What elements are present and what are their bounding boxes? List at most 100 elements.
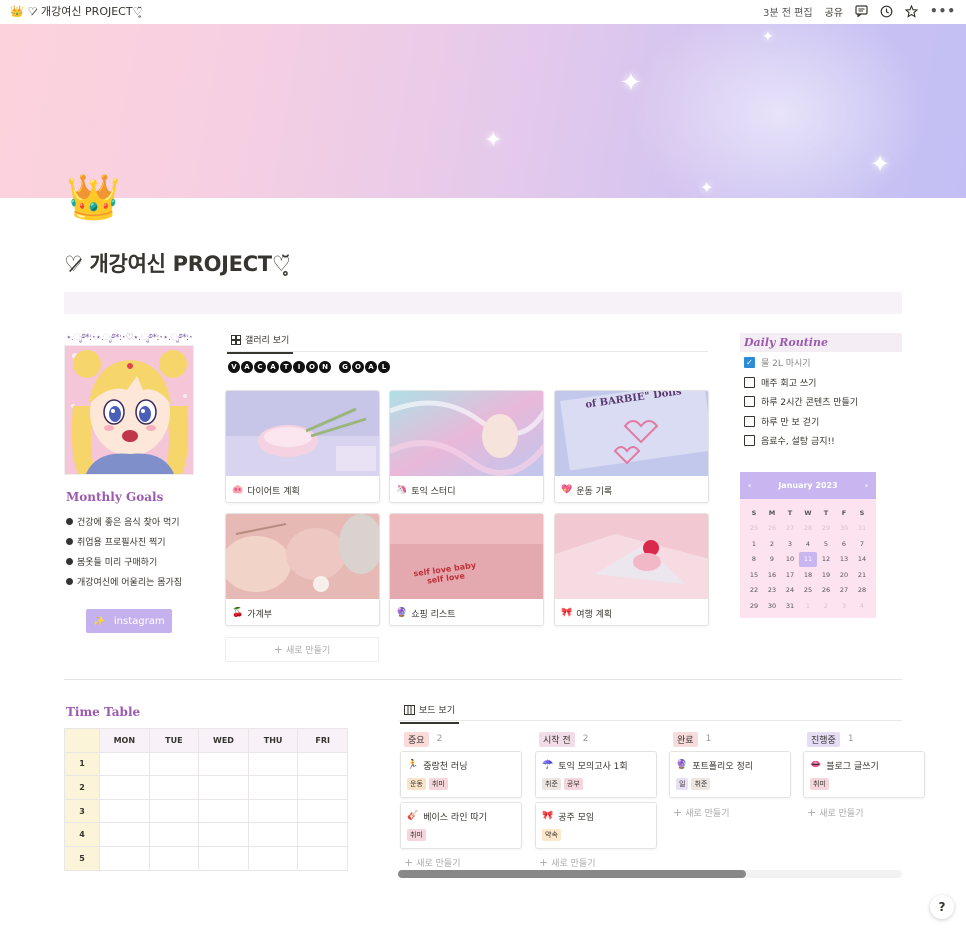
calendar-day[interactable]: 24: [781, 583, 799, 599]
table-cell[interactable]: [198, 822, 249, 847]
gallery-card[interactable]: 🦄 토익 스터디: [389, 390, 544, 503]
todo-item[interactable]: 하루 만 보 걷기: [744, 415, 819, 428]
calendar-day[interactable]: 20: [835, 567, 853, 583]
goal-item[interactable]: 봄옷들 미리 구매하기: [66, 551, 182, 571]
calendar-day[interactable]: 14: [853, 552, 871, 568]
board-card[interactable]: 🏃 중랑천 러닝 운동 취미: [400, 751, 522, 798]
calendar-day[interactable]: 1: [799, 598, 817, 614]
goal-item[interactable]: 개강여신에 어울리는 몸가짐: [66, 571, 182, 591]
tab-gallery-view[interactable]: 갤러리 보기: [226, 333, 294, 354]
calendar-day[interactable]: 29: [745, 598, 763, 614]
table-cell[interactable]: [148, 751, 200, 777]
calendar-day[interactable]: 7: [853, 536, 871, 552]
table-cell[interactable]: [198, 775, 249, 800]
table-cell[interactable]: [297, 845, 348, 871]
table-cell[interactable]: [247, 822, 299, 847]
calendar-day[interactable]: 4: [853, 598, 871, 614]
calendar-day[interactable]: 30: [763, 598, 781, 614]
board-group-header[interactable]: 완료 1: [673, 730, 711, 748]
board-card[interactable]: 🎸 베이스 라인 따기 취미: [400, 802, 522, 849]
calendar-day[interactable]: 3: [781, 536, 799, 552]
horizontal-scrollbar[interactable]: [398, 870, 902, 878]
calendar-day[interactable]: 29: [817, 521, 835, 537]
table-cell[interactable]: [297, 775, 348, 800]
board-group-header[interactable]: 시작 전 2: [539, 730, 588, 748]
board-card[interactable]: ☂️ 토익 모의고사 1회 취준 공부: [535, 751, 657, 798]
calendar-day[interactable]: 10: [781, 552, 799, 568]
table-cell[interactable]: [297, 751, 348, 777]
calendar-day[interactable]: 13: [835, 552, 853, 568]
board-new-button[interactable]: + 새로 만들기: [807, 806, 863, 819]
calendar-day[interactable]: 25: [745, 521, 763, 537]
calendar-day[interactable]: 21: [853, 567, 871, 583]
table-cell[interactable]: [148, 822, 200, 847]
todo-item[interactable]: 음료수, 설탕 금지!!: [744, 434, 835, 447]
calendar-day[interactable]: 16: [763, 567, 781, 583]
table-cell[interactable]: [148, 775, 200, 800]
calendar-day[interactable]: 27: [835, 583, 853, 599]
calendar-day[interactable]: 4: [799, 536, 817, 552]
calendar-day[interactable]: 26: [817, 583, 835, 599]
breadcrumb-title[interactable]: ♡̷ 개강여신 PROJECT♡̥̆: [28, 3, 143, 19]
calendar-day[interactable]: 26: [763, 521, 781, 537]
table-cell[interactable]: [297, 798, 348, 824]
calendar-day[interactable]: 3: [835, 598, 853, 614]
more-icon[interactable]: •••: [930, 4, 956, 18]
todo-item[interactable]: 하루 2시간 콘텐츠 만들기: [744, 395, 858, 408]
gallery-card[interactable]: 🎀 여행 계획: [554, 513, 709, 626]
breadcrumb[interactable]: 👑 ♡̷ 개강여신 PROJECT♡̥̆: [10, 3, 142, 19]
table-cell[interactable]: [99, 775, 150, 800]
calendar-day[interactable]: 8: [745, 552, 763, 568]
table-cell[interactable]: [247, 845, 299, 871]
calendar-day[interactable]: 19: [817, 567, 835, 583]
table-cell[interactable]: [198, 798, 249, 824]
board-card[interactable]: 🔮 포트폴리오 정리 일 취준: [669, 751, 791, 798]
table-cell[interactable]: [198, 845, 249, 871]
table-cell[interactable]: [247, 798, 299, 824]
table-cell[interactable]: [148, 845, 200, 871]
checked-checkbox-icon[interactable]: ✓: [744, 357, 755, 368]
goal-item[interactable]: 건강에 좋은 음식 찾아 먹기: [66, 511, 182, 531]
callout-block[interactable]: [64, 292, 902, 314]
calendar-day[interactable]: 23: [763, 583, 781, 599]
calendar-day[interactable]: 2: [817, 598, 835, 614]
table-cell[interactable]: [99, 822, 150, 847]
gallery-card[interactable]: 🍒 가계부: [225, 513, 380, 626]
table-cell[interactable]: [297, 822, 348, 847]
table-cell[interactable]: [99, 845, 150, 871]
calendar-day[interactable]: 9: [763, 552, 781, 568]
calendar-day[interactable]: 5: [817, 536, 835, 552]
table-cell[interactable]: [99, 751, 150, 777]
checkbox-icon[interactable]: [744, 396, 755, 407]
table-cell[interactable]: [198, 751, 249, 777]
table-cell[interactable]: [148, 798, 200, 824]
clock-icon[interactable]: [880, 5, 893, 18]
calendar-day[interactable]: 31: [781, 598, 799, 614]
calendar-day[interactable]: 1: [745, 536, 763, 552]
goal-item[interactable]: 취업용 프로필사진 찍기: [66, 531, 182, 551]
checkbox-icon[interactable]: [744, 377, 755, 388]
table-cell[interactable]: [247, 775, 299, 800]
calendar-today[interactable]: 11: [799, 551, 817, 567]
instagram-button[interactable]: ✨ instagram: [86, 609, 172, 633]
calendar-prev-button[interactable]: ‹: [748, 481, 751, 490]
calendar-day[interactable]: 31: [853, 521, 871, 537]
board-new-button[interactable]: + 새로 만들기: [673, 806, 729, 819]
calendar-day[interactable]: 15: [745, 567, 763, 583]
board-group-header[interactable]: 진행중 1: [807, 730, 854, 748]
gallery-new-button[interactable]: + 새로 만들기: [225, 637, 379, 662]
calendar-day[interactable]: 30: [835, 521, 853, 537]
calendar-day[interactable]: 12: [817, 552, 835, 568]
star-icon[interactable]: [904, 4, 918, 18]
calendar-day[interactable]: 25: [799, 583, 817, 599]
calendar-day[interactable]: 28: [853, 583, 871, 599]
comment-icon[interactable]: [855, 5, 868, 17]
gallery-card[interactable]: of BARBIE" Dolls 💖 운동 기록: [554, 390, 709, 503]
share-button[interactable]: 공유: [825, 4, 843, 19]
scrollbar-thumb[interactable]: [398, 870, 746, 878]
checkbox-icon[interactable]: [744, 435, 755, 446]
board-group-header[interactable]: 중요 2: [404, 730, 442, 748]
table-cell[interactable]: [247, 751, 299, 777]
checkbox-icon[interactable]: [744, 416, 755, 427]
gallery-card[interactable]: self love baby self love 🔮 쇼핑 리스트: [389, 513, 544, 626]
